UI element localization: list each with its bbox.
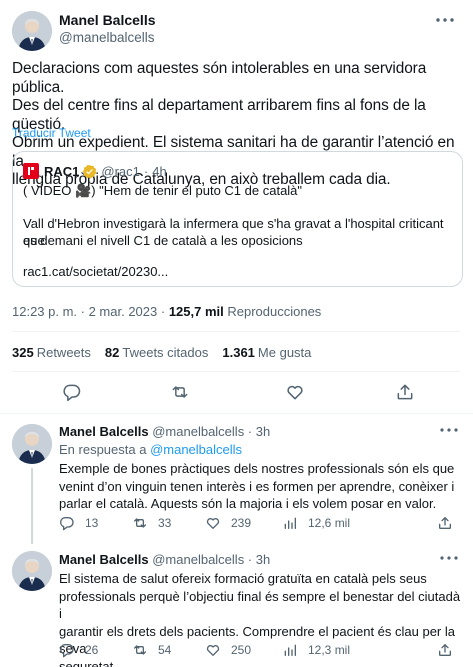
share-icon[interactable]	[437, 642, 453, 658]
reply-action-bar: 13 33 239 12,6 mil	[59, 515, 459, 533]
divider	[12, 331, 461, 332]
avatar[interactable]	[12, 11, 52, 51]
retweets-count: 325	[12, 345, 34, 360]
author-name[interactable]: Manel Balcells	[59, 12, 156, 28]
views-button[interactable]: 12,6 mil	[282, 515, 350, 531]
retweet-icon	[134, 645, 146, 655]
quote-author-name: RAC1	[44, 163, 80, 179]
retweet-icon	[134, 518, 146, 528]
reply-icon[interactable]	[62, 382, 82, 402]
views-count: 12,3 mil	[308, 643, 351, 657]
more-icon[interactable]	[440, 556, 458, 560]
like-icon	[206, 518, 220, 529]
divider	[0, 413, 473, 414]
like-button[interactable]: 250	[205, 642, 251, 658]
quote-text-line: es demani el nivell C1 de català a les o…	[23, 233, 303, 248]
like-count: 250	[231, 643, 252, 657]
views-label: Reproducciones	[223, 304, 322, 319]
reply-author-handle[interactable]: @manelbalcells · 3h	[152, 552, 270, 567]
reply-prefix: En respuesta a	[59, 442, 151, 457]
retweet-button[interactable]: 33	[132, 515, 171, 531]
quotes-label: Tweets citados	[122, 345, 209, 360]
quotes-stat[interactable]: 82 Tweets citados	[105, 345, 208, 360]
retweet-button[interactable]: 54	[132, 642, 171, 658]
likes-count: 1.361	[222, 345, 255, 360]
avatar[interactable]	[12, 424, 52, 464]
retweets-stat[interactable]: 325 Retweets	[12, 345, 91, 360]
reply-header: Manel Balcells @manelbalcells · 3h	[59, 424, 270, 439]
tweet-text-line: Declaracions com aquestes són intolerabl…	[12, 60, 427, 96]
quote-text-line: ( VÍDEO 🎥) "Hem de tenir el puto C1 de c…	[23, 183, 303, 198]
translate-link[interactable]: Traducir Tweet	[12, 126, 91, 140]
like-button[interactable]: 239	[205, 515, 251, 531]
views-count: 12,6 mil	[308, 516, 351, 530]
reply-to-link[interactable]: @manelbalcells	[150, 442, 242, 457]
like-count: 239	[231, 516, 252, 530]
avatar[interactable]	[12, 551, 52, 591]
reply-icon	[60, 517, 74, 531]
more-icon[interactable]	[440, 428, 458, 432]
reply-text: Exemple de bones pràctiques dels nostres…	[59, 460, 464, 513]
reply-text-line: parlar el català. Aquests són la majoria…	[59, 496, 437, 511]
retweet-count: 54	[158, 643, 172, 657]
tweet-timestamp: 12:23 p. m. · 2 mar. 2023 · 125,7 mil Re…	[12, 304, 321, 319]
reply-action-bar: 26 54 250 12,3 mil	[59, 642, 459, 660]
rac1-logo	[23, 163, 39, 179]
divider	[12, 371, 461, 372]
reply-text-line: El sistema de salut ofereix formació gra…	[59, 571, 427, 586]
thread-line	[31, 468, 33, 544]
reply-author-name[interactable]: Manel Balcells	[59, 424, 149, 439]
engagement-stats: 325 Retweets 82 Tweets citados 1.361 Me gus…	[12, 345, 311, 360]
timestamp-text[interactable]: 12:23 p. m. · 2 mar. 2023 ·	[12, 304, 169, 319]
views-count: 125,7 mil	[168, 304, 224, 319]
quote-separator: ·	[143, 163, 149, 179]
like-icon	[206, 645, 220, 656]
reply-icon	[60, 644, 74, 658]
likes-stat[interactable]: 1.361 Me gusta	[222, 345, 311, 360]
quote-header: RAC1 @rac1 · 4h	[23, 162, 167, 180]
retweet-count: 33	[158, 516, 172, 530]
author-handle[interactable]: @manelbalcells	[59, 30, 155, 45]
reply-text-line: Exemple de bones pràctiques dels nostres…	[59, 461, 455, 476]
views-button[interactable]: 12,3 mil	[282, 642, 350, 658]
quote-link[interactable]: rac1.cat/societat/20230...	[23, 263, 453, 280]
tweet-action-bar	[0, 382, 473, 404]
reply-button[interactable]: 26	[59, 642, 98, 658]
more-icon[interactable]	[430, 10, 460, 30]
reply-text-line: venint d’on vinguin tenen interès i es f…	[59, 478, 455, 494]
views-icon	[284, 644, 296, 656]
reply-count: 13	[85, 516, 99, 530]
reply-header: Manel Balcells @manelbalcells · 3h	[59, 552, 270, 567]
reply-context: En respuesta a @manelbalcells	[59, 442, 242, 457]
retweets-label: Retweets	[36, 345, 91, 360]
likes-label: Me gusta	[257, 345, 312, 360]
reply-text-line: professionals perquè l’objectiu final és…	[59, 588, 461, 622]
quoted-tweet-card[interactable]: RAC1 @rac1 · 4h ( VÍDEO 🎥) "Hem de tenir…	[12, 151, 463, 287]
retweet-icon[interactable]	[170, 382, 190, 402]
views-icon	[284, 517, 296, 529]
share-icon[interactable]	[437, 515, 453, 531]
verified-icon	[83, 164, 97, 179]
reply-count: 26	[85, 643, 99, 657]
reply-author-name[interactable]: Manel Balcells	[59, 552, 149, 567]
quote-handle: @rac1	[101, 163, 140, 179]
reply-button[interactable]: 13	[59, 515, 98, 531]
reply-author-handle[interactable]: @manelbalcells · 3h	[152, 424, 270, 439]
like-icon[interactable]	[285, 382, 305, 402]
quote-time: 4h	[152, 163, 167, 179]
share-icon[interactable]	[395, 382, 415, 402]
quotes-count: 82	[104, 345, 120, 360]
